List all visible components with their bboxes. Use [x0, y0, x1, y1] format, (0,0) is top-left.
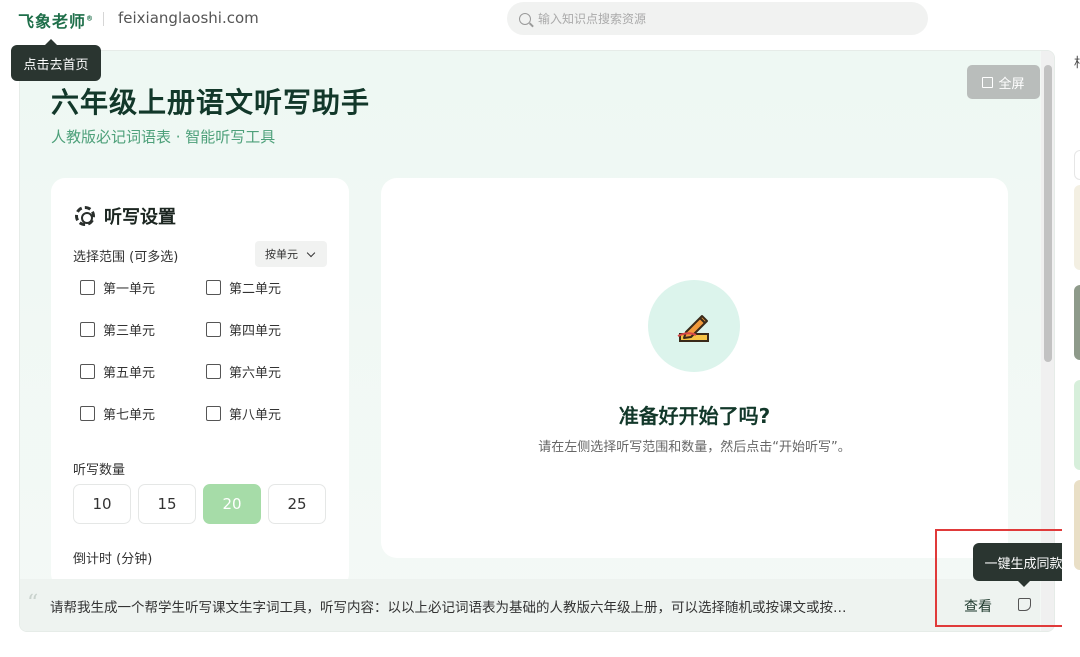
unit-label: 第二单元 [229, 282, 282, 297]
count-button[interactable]: 15 [138, 484, 196, 524]
count-options: 10 15 20 25 [73, 484, 326, 524]
settings-title: 听写设置 [104, 207, 176, 228]
right-edge-panel: 相 [1062, 0, 1080, 657]
gear-icon [75, 206, 95, 226]
unit-option[interactable]: 第七单元 [80, 404, 206, 423]
scrollbar-thumb[interactable] [1044, 65, 1052, 362]
edge-card[interactable] [1074, 285, 1080, 360]
checkbox[interactable] [206, 280, 221, 295]
unit-label: 第三单元 [103, 324, 156, 339]
quote-icon: “ [27, 591, 39, 616]
unit-label: 第七单元 [103, 408, 156, 423]
checkbox[interactable] [206, 364, 221, 379]
checkbox[interactable] [80, 406, 95, 421]
unit-option[interactable]: 第三单元 [80, 320, 206, 339]
search-icon [519, 12, 531, 25]
settings-panel: 听写设置 选择范围 (可多选) 按单元 第一单元 第二单元 第三单元 第四单元 … [51, 178, 349, 588]
app-canvas: 六年级上册语文听写助手 人教版必记词语表 · 智能听写工具 全屏 听写设置 选择… [20, 51, 1040, 631]
top-bar: 飞象老师® feixianglaoshi.com [0, 0, 1080, 38]
search-input[interactable] [538, 11, 898, 26]
unit-option[interactable]: 第五单元 [80, 362, 206, 381]
result-panel: 准备好开始了吗? 请在左侧选择听写范围和数量，然后点击“开始听写”。 [381, 178, 1008, 558]
unit-option[interactable]: 第六单元 [206, 362, 332, 381]
unit-option[interactable]: 第八单元 [206, 404, 332, 423]
unit-checkbox-grid: 第一单元 第二单元 第三单元 第四单元 第五单元 第六单元 第七单元 第八单元 [80, 278, 340, 423]
checkbox[interactable] [206, 322, 221, 337]
prompt-bar: “ 请帮我生成一个帮学生听写课文生字词工具，听写内容：以以上必记词语表为基础的人… [20, 579, 1040, 631]
edge-card[interactable] [1074, 380, 1080, 470]
fullscreen-icon [982, 76, 994, 88]
ready-description: 请在左侧选择听写范围和数量，然后点击“开始听写”。 [538, 440, 851, 455]
tooltip-generate: 一键生成同款 [973, 543, 1074, 587]
unit-label: 第四单元 [229, 324, 282, 339]
edge-card[interactable] [1074, 480, 1080, 570]
edge-card[interactable] [1074, 150, 1080, 180]
page-title: 六年级上册语文听写助手 [51, 86, 371, 119]
unit-label: 第六单元 [229, 366, 282, 381]
timer-label: 倒计时 (分钟) [73, 552, 153, 567]
unit-option[interactable]: 第二单元 [206, 278, 332, 297]
range-mode-value: 按单元 [265, 248, 298, 261]
fullscreen-label: 全屏 [998, 76, 1025, 92]
unit-label: 第一单元 [103, 282, 156, 297]
page-subtitle: 人教版必记词语表 · 智能听写工具 [51, 128, 276, 146]
count-label: 听写数量 [73, 463, 126, 478]
app-container: 六年级上册语文听写助手 人教版必记词语表 · 智能听写工具 全屏 听写设置 选择… [19, 50, 1055, 632]
unit-label: 第八单元 [229, 408, 282, 423]
chevron-down-icon [306, 248, 316, 257]
unit-option[interactable]: 第四单元 [206, 320, 332, 339]
edge-card[interactable] [1074, 185, 1080, 270]
checkbox[interactable] [80, 280, 95, 295]
range-label: 选择范围 (可多选) [73, 250, 179, 265]
checkbox[interactable] [206, 406, 221, 421]
tooltip-home: 点击去首页 [11, 39, 101, 81]
fullscreen-button[interactable]: 全屏 [967, 65, 1040, 99]
edge-text: 相 [1074, 52, 1080, 71]
pencil-writing-icon [677, 315, 709, 342]
count-button-selected[interactable]: 20 [203, 484, 261, 524]
site-url: feixianglaoshi.com [118, 9, 259, 27]
settings-header: 听写设置 [75, 203, 176, 229]
unit-option[interactable]: 第一单元 [80, 278, 206, 297]
checkbox[interactable] [80, 364, 95, 379]
ready-title: 准备好开始了吗? [618, 404, 771, 428]
range-mode-select[interactable]: 按单元 [255, 241, 327, 267]
count-button[interactable]: 10 [73, 484, 131, 524]
unit-label: 第五单元 [103, 366, 156, 381]
count-button[interactable]: 25 [268, 484, 326, 524]
pencil-icon-circle [648, 280, 740, 372]
checkbox[interactable] [80, 322, 95, 337]
prompt-text: 请帮我生成一个帮学生听写课文生字词工具，听写内容：以以上必记词语表为基础的人教版… [50, 600, 847, 616]
site-logo[interactable]: 飞象老师® [18, 8, 94, 32]
search-bar[interactable] [507, 2, 928, 35]
logo-divider [103, 12, 104, 26]
